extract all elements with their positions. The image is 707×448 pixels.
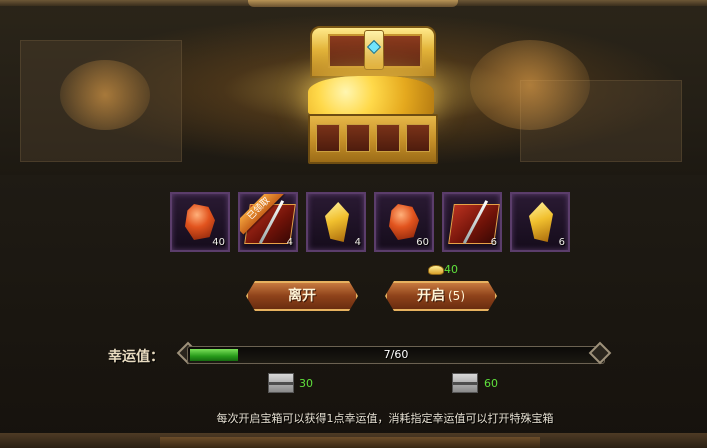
- chest-band: [453, 382, 477, 385]
- chest-band: [269, 382, 293, 385]
- leave-button-label: 离开: [288, 288, 316, 304]
- item-slot[interactable]: 4: [306, 192, 366, 252]
- red-crystal-icon: [185, 204, 215, 240]
- chest-lid: [310, 26, 436, 78]
- item-count: 40: [212, 237, 225, 248]
- yellow-crystal-icon: [325, 202, 349, 242]
- item-slot[interactable]: 40: [170, 192, 230, 252]
- chest-panel: [406, 124, 430, 152]
- chest-body: [308, 114, 438, 164]
- item-slot[interactable]: 已领取 4: [238, 192, 298, 252]
- chest-panel: [316, 124, 340, 152]
- item-count: 4: [354, 237, 361, 248]
- chest-panel: [376, 124, 400, 152]
- silver-chest-icon[interactable]: [452, 373, 478, 393]
- special-chest-requirement: 60: [484, 377, 498, 390]
- bottom-frame-ornament: [160, 437, 540, 448]
- leave-button[interactable]: 离开: [246, 281, 358, 311]
- red-crystal-icon: [389, 204, 419, 240]
- top-frame-ornament: [248, 0, 458, 7]
- item-count: 60: [416, 237, 429, 248]
- gold-coins: [308, 76, 434, 116]
- item-count: 4: [286, 237, 293, 248]
- luck-label: 幸运值：: [108, 349, 164, 365]
- tip-text: 每次开启宝箱可以获得1点幸运值，消耗指定幸运值可以打开特殊宝箱: [216, 412, 554, 425]
- background-lamp-glow: [470, 40, 590, 130]
- open-button[interactable]: 开启 (5): [385, 281, 497, 311]
- gold-ingot-icon: [428, 265, 444, 275]
- cost-amount: 40: [444, 263, 458, 276]
- treasure-chest: [304, 26, 438, 164]
- item-slot[interactable]: 6: [442, 192, 502, 252]
- special-chest-requirement: 30: [299, 377, 313, 390]
- luck-progress-text: 7/60: [383, 348, 409, 361]
- open-button-label: 开启: [417, 288, 445, 304]
- yellow-crystal-icon: [529, 202, 553, 242]
- reward-items: 40 已领取 4 4 60 6 6: [170, 192, 580, 256]
- chest-panel: [346, 124, 370, 152]
- item-slot[interactable]: 6: [510, 192, 570, 252]
- silver-chest-icon[interactable]: [268, 373, 294, 393]
- background-lamp-glow-left: [60, 60, 150, 130]
- item-count: 6: [490, 237, 497, 248]
- open-button-count: (5): [448, 289, 465, 303]
- treasure-chest-panel: 40 已领取 4 4 60 6 6 40 离开 开启 (5) 幸运值： 7/60…: [0, 0, 707, 448]
- item-count: 6: [558, 237, 565, 248]
- item-slot[interactable]: 60: [374, 192, 434, 252]
- luck-progress-bar: 7/60: [187, 346, 605, 364]
